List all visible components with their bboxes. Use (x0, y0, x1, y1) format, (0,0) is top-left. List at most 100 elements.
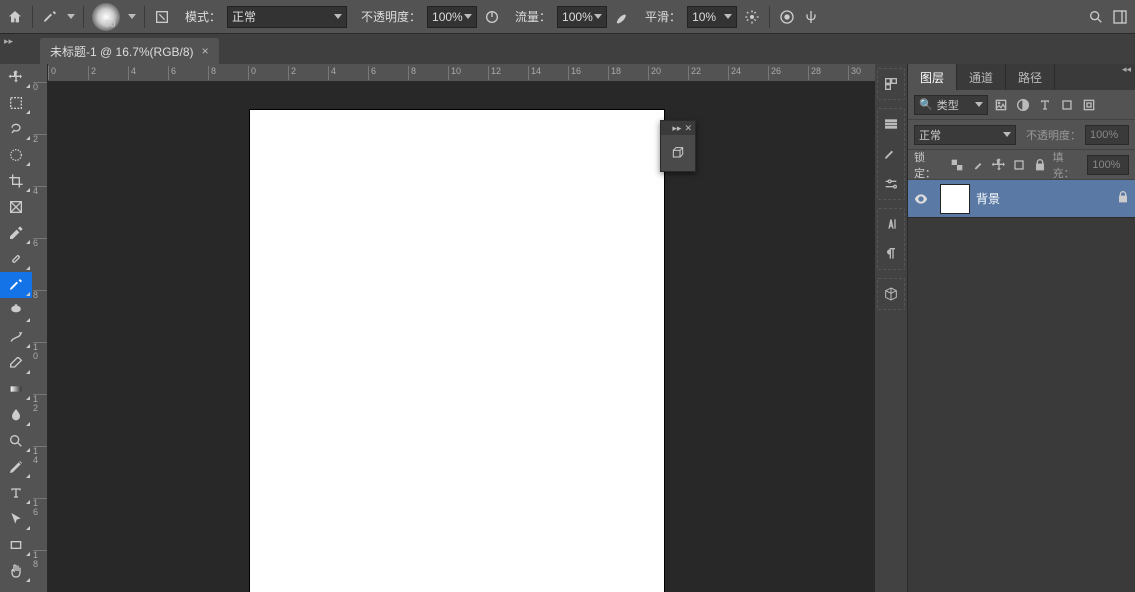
smooth-select[interactable]: 10% (687, 6, 737, 28)
marquee-tool[interactable] (0, 90, 32, 116)
filter-shape-icon[interactable] (1058, 96, 1076, 114)
layer-opacity-field[interactable]: 100% (1085, 125, 1129, 145)
opacity-select[interactable]: 100% (427, 6, 477, 28)
tab-layers[interactable]: 图层 (908, 64, 957, 90)
quick-select-tool[interactable] (0, 142, 32, 168)
layer-list: 背景 (908, 180, 1135, 592)
path-select-tool[interactable] (0, 506, 32, 532)
document-tab-strip: 未标题-1 @ 16.7%(RGB/8) × (0, 34, 1135, 64)
document-tab[interactable]: 未标题-1 @ 16.7%(RGB/8) × (40, 38, 219, 64)
options-bar: 80 模式： 正常 不透明度： 100% 流量： 100% 平滑： 10% (0, 0, 1135, 34)
healing-tool[interactable] (0, 246, 32, 272)
layer-lock-icon[interactable] (1115, 189, 1135, 208)
layer-filter-kind[interactable]: 🔍类型 (914, 95, 988, 115)
flow-label: 流量： (515, 8, 551, 25)
blend-mode-select[interactable]: 正常 (227, 6, 347, 28)
fill-label: 填充： (1053, 149, 1084, 181)
history-brush-tool[interactable] (0, 324, 32, 350)
floating-panel-header[interactable]: ▸▸ ✕ (661, 121, 695, 135)
brush-tool-icon[interactable] (41, 8, 59, 26)
clone-stamp-tool[interactable] (0, 298, 32, 324)
symmetry-icon[interactable] (802, 8, 820, 26)
collapse-dock-icon[interactable]: ◂◂ (1122, 64, 1131, 75)
frame-tool[interactable] (0, 194, 32, 220)
lock-all-icon[interactable] (1032, 156, 1049, 174)
paragraph-panel-icon[interactable] (880, 243, 902, 265)
dock-group-4 (877, 278, 905, 310)
floating-3d-panel[interactable]: ▸▸ ✕ (660, 120, 696, 172)
lock-transparent-icon[interactable] (949, 156, 966, 174)
filter-type-icon[interactable] (1036, 96, 1054, 114)
tool-preset-caret-icon[interactable] (67, 14, 75, 19)
tools-panel (0, 64, 32, 592)
airbrush-icon[interactable] (613, 8, 631, 26)
layer-thumbnail[interactable] (940, 184, 970, 214)
lock-position-icon[interactable] (990, 156, 1007, 174)
brush-size-label: 80 (96, 19, 124, 30)
brush-caret-icon (128, 14, 136, 19)
layer-opacity-label: 不透明度： (1026, 127, 1081, 143)
search-icon[interactable] (1087, 8, 1105, 26)
rectangle-tool[interactable] (0, 532, 32, 558)
layer-row[interactable]: 背景 (908, 180, 1135, 218)
3d-panel-icon[interactable] (880, 283, 902, 305)
close-panel-icon[interactable]: ✕ (684, 123, 692, 134)
collapse-toolbar-icon[interactable]: ▸▸ (4, 36, 13, 47)
brush-preset-picker[interactable]: 80 (92, 3, 136, 31)
history-panel-icon[interactable] (880, 73, 902, 95)
lock-artboard-icon[interactable] (1011, 156, 1028, 174)
hand-tool[interactable] (0, 558, 32, 584)
filter-smart-icon[interactable] (1080, 96, 1098, 114)
collapse-panel-icon[interactable]: ▸▸ (672, 123, 681, 134)
workspace-icon[interactable] (1111, 8, 1129, 26)
home-icon[interactable] (6, 8, 24, 26)
brushes-panel-icon[interactable] (880, 113, 902, 135)
layer-visibility-icon[interactable] (908, 191, 934, 207)
dock-group-2 (877, 108, 905, 200)
brush-panel-toggle-icon[interactable] (153, 8, 171, 26)
panel-tabs: 图层 通道 路径 (908, 64, 1135, 90)
lock-image-icon[interactable] (970, 156, 987, 174)
ruler-vertical[interactable]: 0246810121416182022 (32, 64, 48, 592)
layer-blend-row: 正常 不透明度： 100% (908, 120, 1135, 150)
layer-lock-row: 锁定： 填充： 100% (908, 150, 1135, 180)
tab-paths[interactable]: 路径 (1006, 64, 1055, 90)
pen-tool[interactable] (0, 454, 32, 480)
crop-tool[interactable] (0, 168, 32, 194)
layer-fill-field[interactable]: 100% (1087, 155, 1129, 175)
layer-name[interactable]: 背景 (976, 190, 1115, 207)
opacity-pressure-icon[interactable] (483, 8, 501, 26)
tab-channels[interactable]: 通道 (957, 64, 1006, 90)
eyedropper-tool[interactable] (0, 220, 32, 246)
filter-pixel-icon[interactable] (992, 96, 1010, 114)
main-area: 0246810121416182022 02468024681012141618… (0, 64, 1135, 592)
blur-tool[interactable] (0, 402, 32, 428)
dock-group-3 (877, 208, 905, 270)
filter-adjust-icon[interactable] (1014, 96, 1032, 114)
close-tab-icon[interactable]: × (202, 44, 209, 58)
ruler-horizontal[interactable]: 02468024681012141618202224262830 (48, 64, 875, 82)
character-panel-icon[interactable] (880, 213, 902, 235)
floating-panel-body[interactable] (661, 135, 695, 171)
lasso-tool[interactable] (0, 116, 32, 142)
adjustments-panel-icon[interactable] (880, 173, 902, 195)
smooth-label: 平滑： (645, 8, 681, 25)
opacity-label: 不透明度： (361, 8, 421, 25)
mode-label: 模式： (185, 8, 221, 25)
canvas[interactable] (250, 110, 664, 592)
size-pressure-icon[interactable] (778, 8, 796, 26)
type-tool[interactable] (0, 480, 32, 506)
canvas-area: 0246810121416182022 02468024681012141618… (32, 64, 875, 592)
dock-group-1 (877, 68, 905, 100)
right-icon-dock: ◂◂ (875, 64, 907, 592)
dodge-tool[interactable] (0, 428, 32, 454)
layer-blend-select[interactable]: 正常 (914, 125, 1016, 145)
lock-label: 锁定： (914, 149, 945, 181)
flow-select[interactable]: 100% (557, 6, 607, 28)
brush-tool[interactable] (0, 272, 32, 298)
gradient-tool[interactable] (0, 376, 32, 402)
eraser-tool[interactable] (0, 350, 32, 376)
move-tool[interactable] (0, 64, 32, 90)
brush-settings-panel-icon[interactable] (880, 143, 902, 165)
smooth-settings-icon[interactable] (743, 8, 761, 26)
